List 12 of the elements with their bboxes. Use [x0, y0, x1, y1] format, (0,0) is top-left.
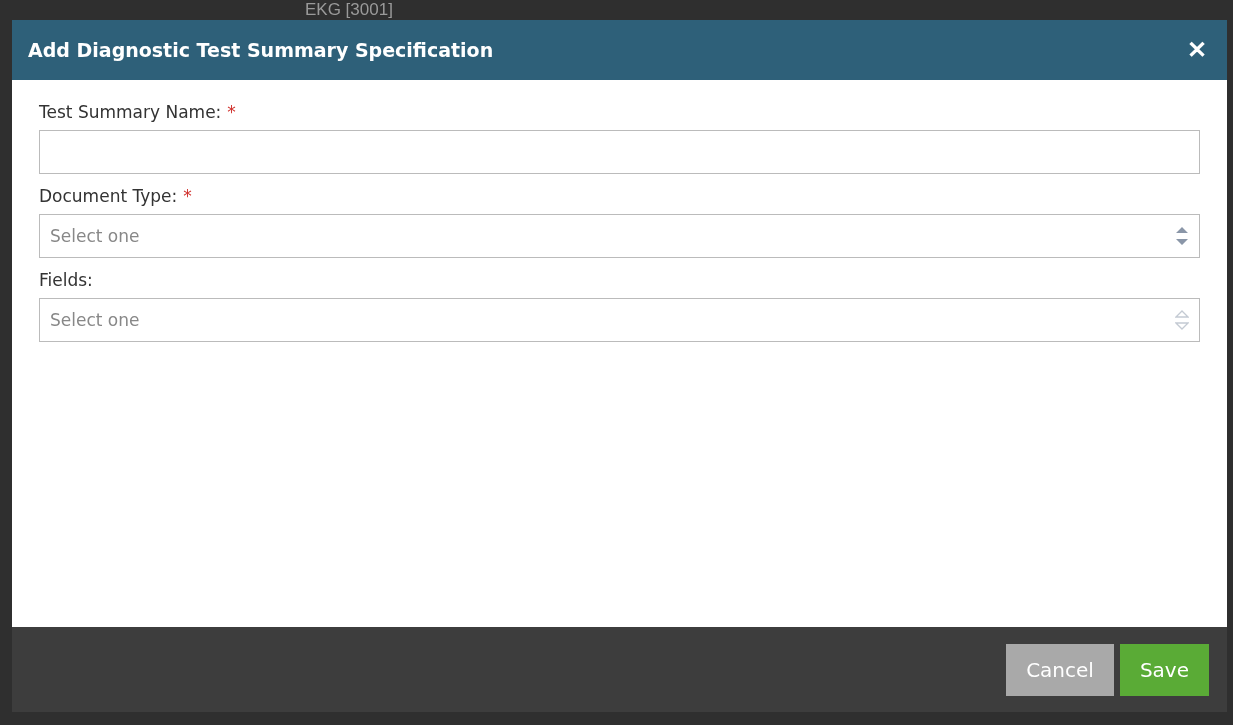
- field-label: Document Type:: [39, 186, 178, 206]
- field-label: Test Summary Name:: [39, 102, 222, 122]
- field-label: Fields:: [39, 270, 93, 290]
- save-button[interactable]: Save: [1119, 643, 1209, 696]
- cancel-button[interactable]: Cancel: [1006, 643, 1114, 696]
- background-heading: EKG [3001]: [305, 0, 393, 20]
- text-input-field[interactable]: [39, 130, 1200, 174]
- required-mark: *: [227, 102, 236, 122]
- required-mark: *: [183, 186, 192, 206]
- dialog-title: Add Diagnostic Test Summary Specification: [28, 39, 494, 61]
- close-button[interactable]: ✕: [1183, 36, 1211, 64]
- select-field[interactable]: Select one: [39, 214, 1200, 258]
